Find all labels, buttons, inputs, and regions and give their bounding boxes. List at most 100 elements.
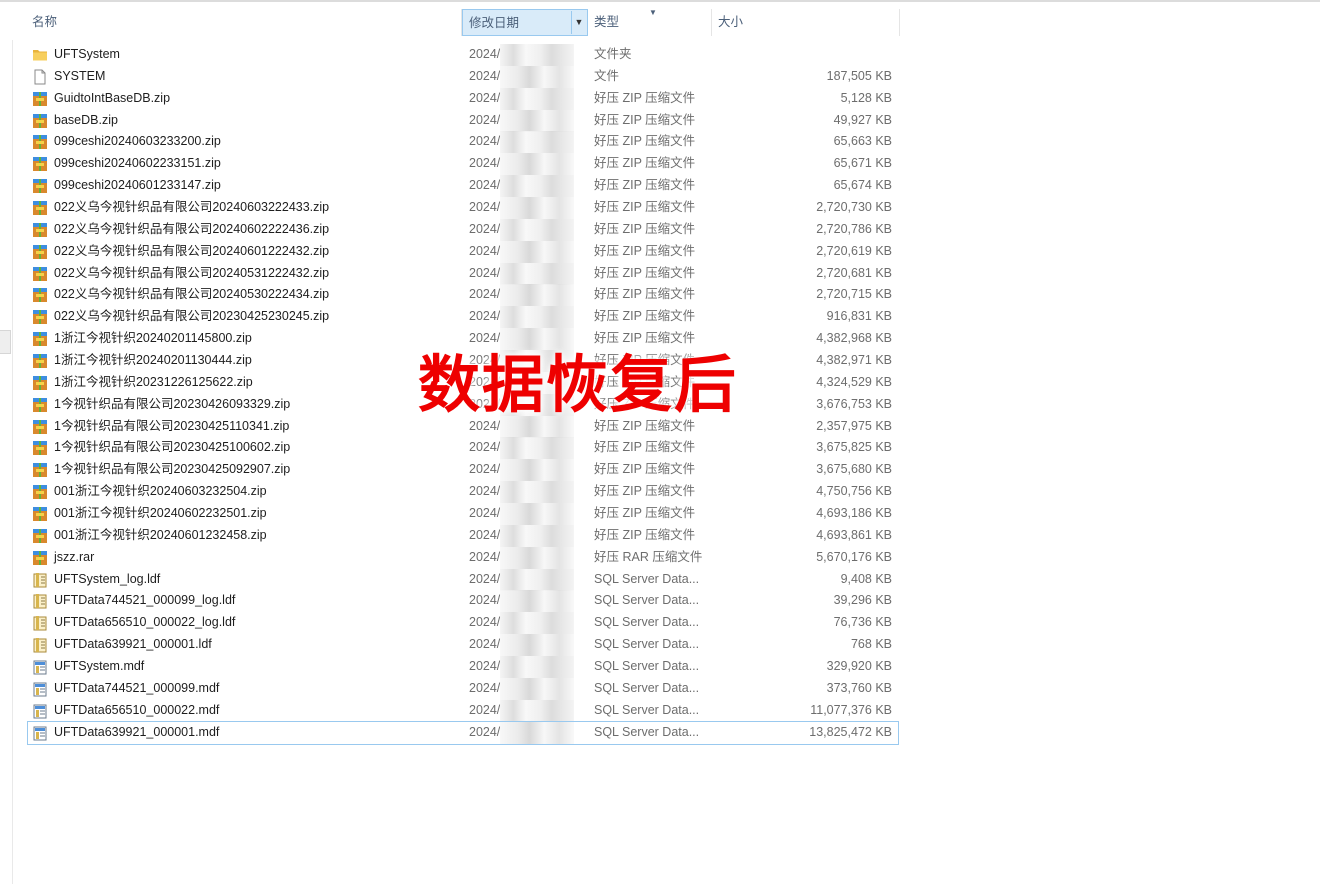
column-header-name[interactable]: 名称	[16, 9, 462, 36]
file-size: 3,675,825 KB	[816, 440, 892, 455]
file-date: 2024/	[469, 484, 501, 499]
file-name: jszz.rar	[54, 549, 95, 564]
file-row[interactable]: UFTSystem.mdf 2024/SQL Server Data... 329,…	[28, 656, 898, 679]
file-type: 好压 ZIP 压缩文件	[594, 527, 696, 542]
file-date: 2024/	[469, 112, 501, 127]
file-date: 2024/	[469, 462, 501, 477]
file-row[interactable]: 022义乌今视针织品有限公司20240531222432.zip 2024/好压 …	[28, 262, 898, 285]
redaction-blur	[500, 721, 574, 744]
file-size: 2,720,786 KB	[816, 221, 892, 236]
folder-icon	[32, 47, 48, 63]
file-name: SYSTEM	[54, 68, 106, 83]
chevron-down-icon[interactable]: ▼	[571, 11, 586, 34]
redaction-blur	[500, 109, 574, 132]
file-row[interactable]: 099ceshi20240603233200.zip 2024/好压 ZIP 压缩…	[28, 131, 898, 154]
file-date: 2024/	[469, 178, 501, 193]
file-name: 022义乌今视针织品有限公司20240603222433.zip	[54, 200, 330, 215]
redaction-blur	[500, 546, 574, 569]
file-name: 1浙江今视针织20231226125622.zip	[54, 374, 253, 389]
file-type: 好压 ZIP 压缩文件	[594, 156, 696, 171]
file-date: 2024/	[469, 571, 501, 586]
file-row[interactable]: UFTData744521_000099.mdf 2024/SQL Server …	[28, 677, 898, 700]
archive-icon	[32, 528, 48, 544]
file-size: 11,077,376 KB	[810, 702, 892, 717]
archive-icon	[32, 222, 48, 238]
file-date: 2024/	[469, 637, 501, 652]
file-name: 022义乌今视针织品有限公司20240602222436.zip	[54, 221, 330, 236]
file-name: 1今视针织品有限公司20230425110341.zip	[54, 418, 290, 433]
column-header-size-label: 大小	[718, 15, 744, 29]
file-size: 9,408 KB	[840, 571, 892, 586]
redaction-blur	[500, 153, 574, 176]
file-row[interactable]: UFTData656510_000022.mdf 2024/SQL Server …	[28, 699, 898, 722]
file-date: 2024/	[469, 287, 501, 302]
file-date: 2024/	[469, 615, 501, 630]
redaction-blur	[500, 459, 574, 482]
file-row[interactable]: UFTData639921_000001.mdf 2024/SQL Server …	[27, 720, 899, 745]
file-row[interactable]: 022义乌今视针织品有限公司20240530222434.zip 2024/好压 …	[28, 284, 898, 307]
file-type: SQL Server Data...	[594, 571, 700, 586]
file-row[interactable]: UFTData639921_000001.ldf 2024/SQL Server …	[28, 634, 898, 657]
file-row[interactable]: UFTData656510_000022_log.ldf 2024/SQL Ser…	[28, 612, 898, 635]
file-size: 65,663 KB	[833, 134, 892, 149]
file-type: 好压 ZIP 压缩文件	[594, 134, 696, 149]
file-row[interactable]: 001浙江今视针织20240601232458.zip 2024/好压 ZIP 压…	[28, 524, 898, 547]
file-row[interactable]: 022义乌今视针织品有限公司20230425230245.zip 2024/好压 …	[28, 306, 898, 329]
file-type: 文件夹	[594, 47, 632, 61]
file-name: 1浙江今视针织20240201130444.zip	[54, 353, 252, 368]
file-size: 39,296 KB	[833, 593, 892, 608]
file-row[interactable]: UFTData744521_000099_log.ldf 2024/SQL Ser…	[28, 590, 898, 613]
file-type: 好压 ZIP 压缩文件	[594, 200, 696, 215]
file-row[interactable]: UFTSystem_log.ldf 2024/SQL Server Data...…	[28, 568, 898, 591]
file-row[interactable]: 1今视针织品有限公司20230425092907.zip 2024/好压 ZIP …	[28, 459, 898, 482]
redaction-blur	[500, 218, 574, 241]
file-type: SQL Server Data...	[594, 615, 700, 630]
file-row[interactable]: 001浙江今视针织20240602232501.zip 2024/好压 ZIP 压…	[28, 503, 898, 526]
file-name: 1浙江今视针织20240201145800.zip	[54, 331, 252, 346]
column-header-size[interactable]: 大小	[712, 9, 900, 36]
file-date: 2024/	[469, 47, 501, 61]
column-header-name-label: 名称	[32, 15, 58, 29]
redaction-blur	[500, 699, 574, 722]
file-row[interactable]: 1今视针织品有限公司20230425100602.zip 2024/好压 ZIP …	[28, 437, 898, 460]
file-name: 022义乌今视针织品有限公司20240601222432.zip	[54, 243, 330, 258]
file-row[interactable]: SYSTEM 2024/文件 187,505 KB	[28, 65, 898, 88]
archive-icon	[32, 506, 48, 522]
column-header-row: 名称 修改日期 ▼ 类型 大小 ▼	[16, 9, 900, 36]
file-row[interactable]: GuidtoIntBaseDB.zip 2024/好压 ZIP 压缩文件 5,128…	[28, 87, 898, 110]
file-size: 4,750,756 KB	[816, 484, 892, 499]
file-type: 好压 ZIP 压缩文件	[594, 90, 696, 105]
archive-icon	[32, 375, 48, 391]
file-row[interactable]: 001浙江今视针织20240603232504.zip 2024/好压 ZIP 压…	[28, 481, 898, 504]
file-name: UFTData639921_000001.ldf	[54, 637, 212, 652]
file-type: 好压 ZIP 压缩文件	[594, 440, 696, 455]
redaction-blur	[500, 568, 574, 591]
file-size: 3,675,680 KB	[816, 462, 892, 477]
navigation-pane-handle[interactable]	[0, 330, 11, 354]
file-row[interactable]: 022义乌今视针织品有限公司20240601222432.zip 2024/好压 …	[28, 240, 898, 263]
file-row[interactable]: baseDB.zip 2024/好压 ZIP 压缩文件 49,927 KB	[28, 109, 898, 132]
file-size: 4,693,186 KB	[816, 506, 892, 521]
file-date: 2024/	[469, 309, 501, 324]
file-row[interactable]: jszz.rar 2024/好压 RAR 压缩文件 5,670,176 KB	[28, 546, 898, 569]
file-type: SQL Server Data...	[594, 593, 700, 608]
file-row[interactable]: 022义乌今视针织品有限公司20240602222436.zip 2024/好压 …	[28, 218, 898, 241]
file-size: 2,720,715 KB	[816, 287, 892, 302]
file-date: 2024/	[469, 549, 501, 564]
file-row[interactable]: 022义乌今视针织品有限公司20240603222433.zip 2024/好压 …	[28, 197, 898, 220]
file-date: 2024/	[469, 680, 501, 695]
file-row[interactable]: 099ceshi20240601233147.zip 2024/好压 ZIP 压缩…	[28, 175, 898, 198]
file-date: 2024/	[469, 265, 501, 280]
file-row[interactable]: UFTSystem 2024/文件夹	[28, 44, 898, 66]
file-type: 好压 ZIP 压缩文件	[594, 178, 696, 193]
file-size: 65,671 KB	[833, 156, 892, 171]
file-row[interactable]: 099ceshi20240602233151.zip 2024/好压 ZIP 压缩…	[28, 153, 898, 176]
redaction-blur	[500, 131, 574, 154]
navigation-pane-divider[interactable]	[12, 40, 13, 884]
file-name: 022义乌今视针织品有限公司20240530222434.zip	[54, 287, 330, 302]
column-header-date[interactable]: 修改日期 ▼	[462, 9, 588, 36]
file-size: 2,720,619 KB	[816, 243, 892, 258]
file-type: 好压 ZIP 压缩文件	[594, 309, 696, 324]
file-name: UFTData639921_000001.mdf	[54, 724, 220, 739]
file-type: SQL Server Data...	[594, 702, 700, 717]
